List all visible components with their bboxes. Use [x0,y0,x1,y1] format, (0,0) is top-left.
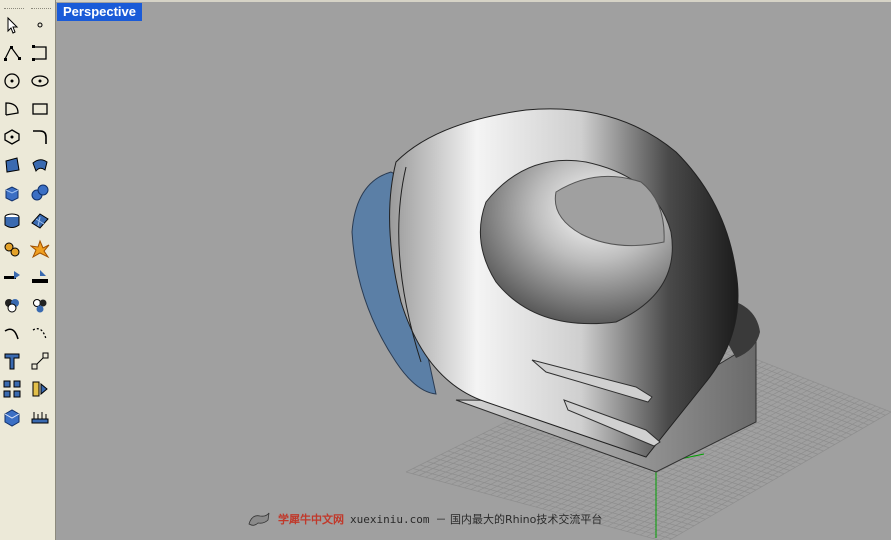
viewport-title[interactable]: Perspective [57,3,142,21]
text-icon[interactable] [1,350,23,372]
main-toolbar [0,0,56,540]
circle-icon[interactable] [1,70,23,92]
dimension-icon[interactable] [29,406,51,428]
sphere-icon[interactable] [29,182,51,204]
render-box-icon[interactable] [1,406,23,428]
point-icon[interactable] [29,14,51,36]
curve-fillet-icon[interactable] [1,322,23,344]
boolean-icon[interactable] [1,266,23,288]
3d-scene[interactable] [56,2,891,540]
select-arrow-icon[interactable] [1,14,23,36]
array-icon[interactable] [1,378,23,400]
rectangle-icon[interactable] [29,98,51,120]
explode-icon[interactable] [29,238,51,260]
watermark-site: xuexiniu.com [350,512,430,526]
box-icon[interactable] [1,182,23,204]
watermark-brand: 学犀牛中文网 [278,513,344,526]
toolbar-grip-right[interactable] [31,8,51,11]
union-icon[interactable] [1,294,23,316]
polyline-icon[interactable] [1,42,23,64]
patch-icon[interactable] [29,154,51,176]
toolbar-grip-left[interactable] [4,8,24,11]
cylinder-icon[interactable] [1,210,23,232]
perspective-viewport[interactable]: Perspective 学犀牛中文网 xuexiniu.com － 国内最大的R… [56,2,891,540]
boolean-split-icon[interactable] [29,294,51,316]
curve-rectangle-icon[interactable] [29,42,51,64]
surface-plane-icon[interactable] [29,210,51,232]
chamfer-curve-icon[interactable] [29,322,51,344]
fillet-curve-icon[interactable] [29,126,51,148]
3d-model-handle[interactable] [351,108,760,473]
watermark-tagline: － 国内最大的Rhino技术交流平台 [435,513,603,526]
scale-icon[interactable] [29,350,51,372]
ellipse-icon[interactable] [29,70,51,92]
solid-tools-icon[interactable] [1,238,23,260]
polygon-icon[interactable] [1,126,23,148]
arc-icon[interactable] [1,98,23,120]
surface-point-icon[interactable] [1,154,23,176]
split-icon[interactable] [29,266,51,288]
watermark: 学犀牛中文网 xuexiniu.com － 国内最大的Rhino技术交流平台 [246,507,602,531]
rhino-logo-icon [248,512,270,526]
mirror-icon[interactable] [29,378,51,400]
